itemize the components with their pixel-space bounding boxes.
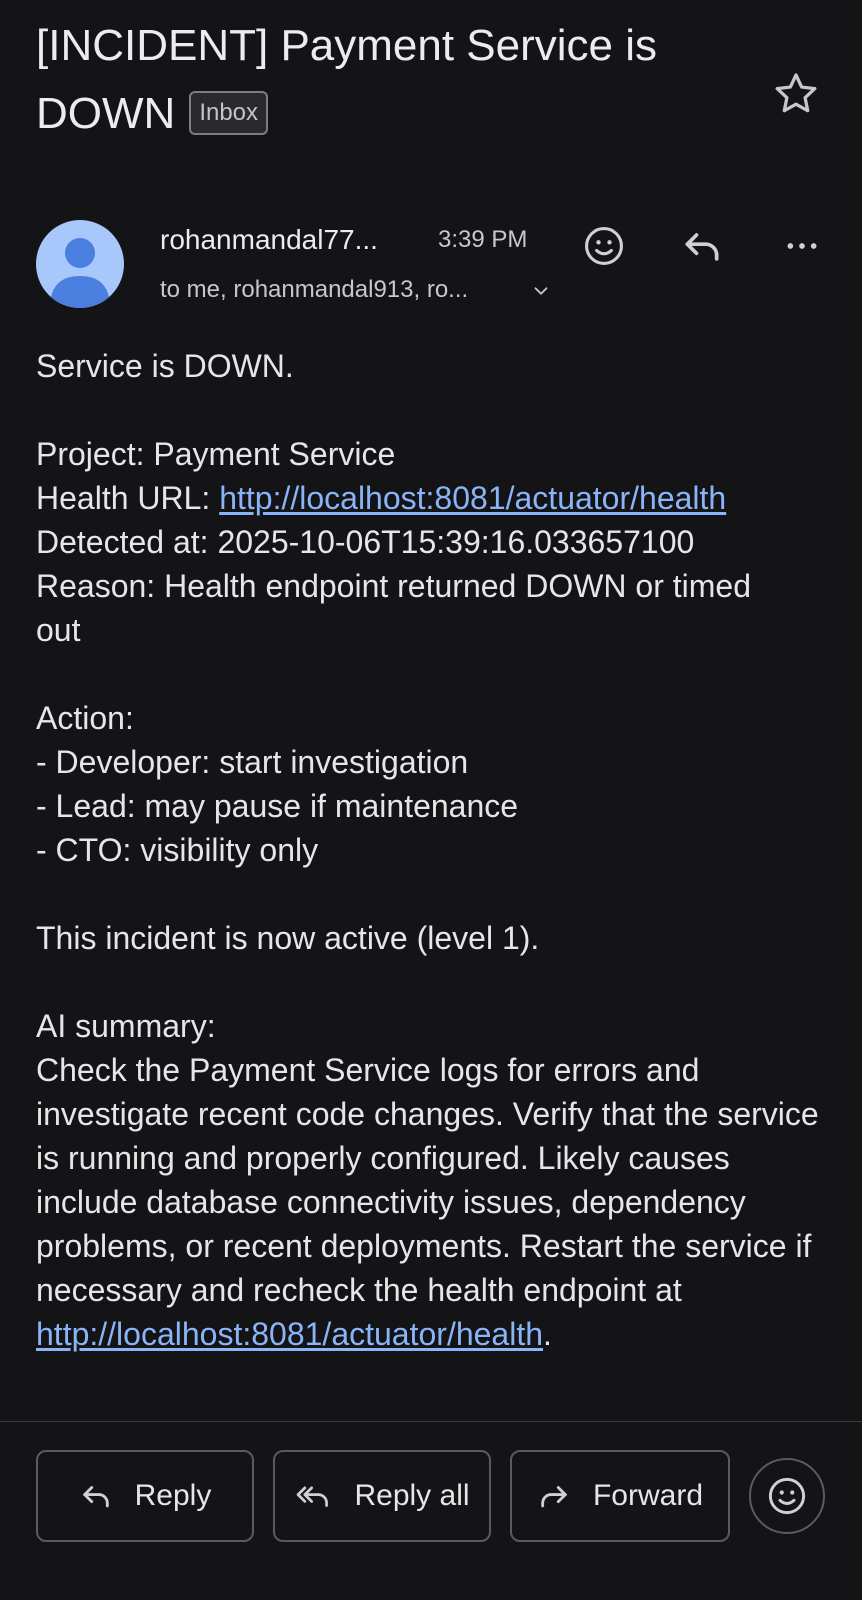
sender-name[interactable]: rohanmandal77... [160,220,378,260]
health-url-prefix: Health URL: [36,480,220,516]
ai-summary-end: . [543,1316,552,1352]
body-ai-title: AI summary: [36,1008,216,1044]
body-action-lead: - Lead: may pause if maintenance [36,788,519,824]
add-reaction-button[interactable] [749,1458,825,1534]
reply-icon [82,1486,109,1508]
ai-summary-text: Check the Payment Service logs for error… [36,1052,819,1308]
body-reason-line: Reason: Health endpoint returned DOWN or… [36,568,752,648]
chevron-down-icon [534,287,548,295]
emoji-icon [768,1477,806,1515]
inbox-label-chip[interactable]: Inbox [189,91,269,136]
recipients[interactable]: to me, rohanmandal913, ro... [160,272,468,308]
more-options-button[interactable] [776,220,828,272]
person-icon [50,238,110,308]
body-project-line: Project: Payment Service [36,436,396,472]
forward-icon [541,1486,567,1508]
body-action-cto: - CTO: visibility only [36,832,319,868]
star-button[interactable] [770,68,822,120]
email-subject: [INCIDENT] Payment Service is DOWN Inbox [36,12,736,148]
recipients-expand[interactable] [530,280,552,302]
reply-icon [685,233,719,261]
body-active-line: This incident is now active (level 1). [36,920,540,956]
reply-all-icon [297,1486,329,1507]
forward-label: Forward [592,1479,704,1512]
react-emoji-button[interactable] [578,220,630,272]
reply-button[interactable]: Reply [36,1450,254,1542]
ai-summary-link[interactable]: http://localhost:8081/actuator/health [36,1316,543,1352]
avatar[interactable] [36,220,124,308]
reply-icon-button[interactable] [676,220,728,272]
health-url-link[interactable]: http://localhost:8081/actuator/health [219,480,726,516]
divider [0,1421,862,1422]
body-action-title: Action: [36,700,134,736]
reply-label: Reply [134,1479,212,1512]
body-ai-summary: Check the Payment Service logs for error… [36,1048,826,1356]
body-detected-line: Detected at: 2025-10-06T15:39:16.0336571… [36,524,695,560]
more-icon [787,243,817,249]
email-time: 3:39 PM [438,226,528,253]
reply-all-label: Reply all [354,1479,470,1512]
reply-all-button[interactable]: Reply all [273,1450,491,1542]
emoji-icon [585,227,623,265]
body-action-developer: - Developer: start investigation [36,744,469,780]
subject-text: [INCIDENT] Payment Service is DOWN [36,21,658,138]
body-status-line: Service is DOWN. [36,348,294,384]
forward-button[interactable]: Forward [510,1450,730,1542]
star-icon [775,73,817,113]
email-body: Service is DOWN. Project: Payment Servic… [36,344,836,1356]
body-health-line: Health URL: http://localhost:8081/actuat… [36,476,836,520]
